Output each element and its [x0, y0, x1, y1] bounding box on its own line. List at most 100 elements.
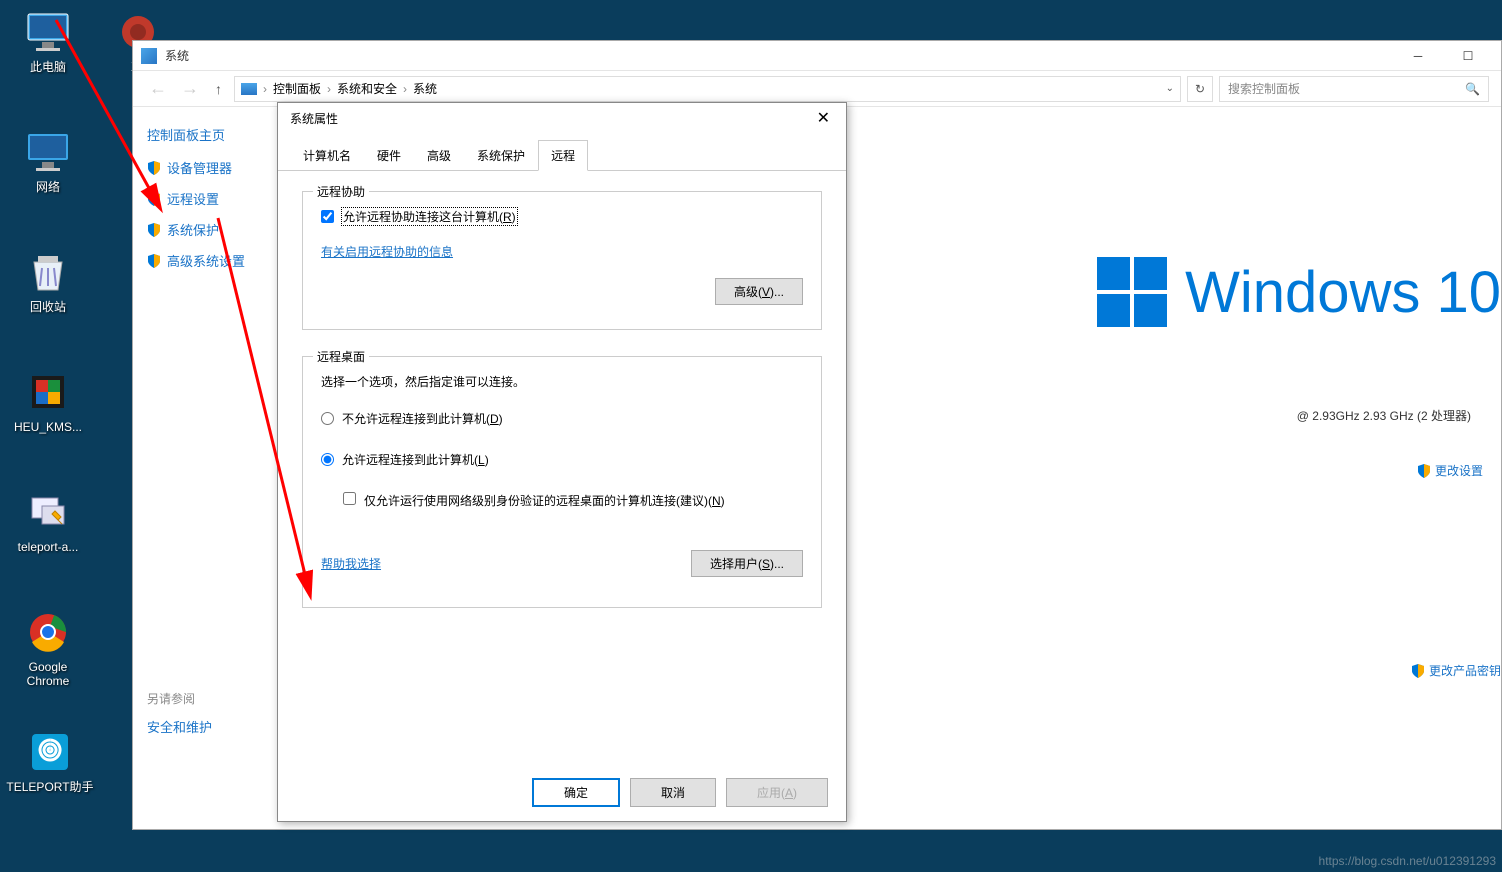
remote-assist-advanced-button[interactable]: 高级(V)...: [715, 278, 803, 305]
remote-desktop-desc: 选择一个选项，然后指定谁可以连接。: [321, 373, 803, 390]
remote-desktop-legend: 远程桌面: [313, 348, 369, 365]
desktop-icon-recycle[interactable]: 回收站: [10, 248, 86, 314]
dialog-tabs: 计算机名 硬件 高级 系统保护 远程: [278, 139, 846, 171]
shield-icon: [1417, 464, 1431, 478]
ok-button[interactable]: 确定: [532, 778, 620, 807]
cpu-info: @ 2.93GHz 2.93 GHz (2 处理器): [1297, 407, 1471, 424]
back-button[interactable]: ←: [145, 78, 171, 99]
windows-logo-icon: [1097, 257, 1167, 327]
nla-label[interactable]: 仅允许运行使用网络级别身份验证的远程桌面的计算机连接(建议)(N): [364, 492, 725, 510]
remote-assist-group: 远程协助 允许远程协助连接这台计算机(R) 有关启用远程协助的信息 高级(V).…: [302, 191, 822, 330]
desktop-icon-kms[interactable]: HEU_KMS...: [10, 368, 86, 434]
allow-remote-radio[interactable]: [321, 453, 334, 466]
allow-remote-assist-label[interactable]: 允许远程协助连接这台计算机(R): [342, 208, 517, 225]
network-icon: [24, 128, 72, 176]
teleport-assist-icon: [26, 728, 74, 776]
close-button[interactable]: ✕: [813, 108, 834, 128]
disallow-remote-radio[interactable]: [321, 412, 334, 425]
up-button[interactable]: ↑: [209, 81, 228, 97]
icon-label: Google Chrome: [10, 660, 86, 689]
disallow-remote-label[interactable]: 不允许远程连接到此计算机(D): [342, 410, 503, 427]
sidebar-label: 系统保护: [167, 220, 219, 239]
computer-icon: [24, 8, 72, 56]
dialog-button-row: 确定 取消 应用(A): [532, 778, 828, 807]
sidebar-item-device-manager[interactable]: 设备管理器: [147, 158, 279, 177]
shield-icon: [147, 223, 161, 237]
kms-icon: [24, 368, 72, 416]
icon-label: TELEPORT助手: [6, 780, 93, 794]
sidebar: 控制面板主页 设备管理器 远程设置 系统保护 高级系统设置 另请参阅 安全和维护: [133, 107, 293, 829]
security-maintenance-link[interactable]: 安全和维护: [147, 717, 279, 736]
icon-label: 回收站: [30, 300, 66, 314]
change-settings-link[interactable]: 更改设置: [1417, 462, 1483, 479]
system-properties-dialog: 系统属性 ✕ 计算机名 硬件 高级 系统保护 远程 远程协助 允许远程协助连接这…: [277, 102, 847, 822]
dialog-content: 远程协助 允许远程协助连接这台计算机(R) 有关启用远程协助的信息 高级(V).…: [278, 171, 846, 654]
shield-icon: [147, 161, 161, 175]
windows-logo-area: Windows 10: [1097, 257, 1501, 327]
desktop-icon-computer[interactable]: 此电脑: [10, 8, 86, 74]
remote-assist-legend: 远程协助: [313, 183, 369, 200]
apply-button[interactable]: 应用(A): [726, 778, 828, 807]
tab-computer-name[interactable]: 计算机名: [290, 140, 364, 171]
tab-hardware[interactable]: 硬件: [364, 140, 414, 171]
minimize-button[interactable]: ─: [1403, 46, 1433, 66]
remote-assist-info-link[interactable]: 有关启用远程协助的信息: [321, 243, 453, 260]
chrome-icon: [24, 608, 72, 656]
forward-button[interactable]: →: [177, 78, 203, 99]
search-placeholder: 搜索控制面板: [1228, 80, 1300, 97]
sidebar-item-system-protection[interactable]: 系统保护: [147, 220, 279, 239]
dialog-titlebar: 系统属性 ✕: [278, 103, 846, 133]
crumb-system-security[interactable]: 系统和安全: [337, 80, 397, 97]
windows-label: Windows 10: [1185, 259, 1501, 326]
teleport-icon: [24, 488, 72, 536]
select-users-button[interactable]: 选择用户(S)...: [691, 550, 803, 577]
remote-desktop-group: 远程桌面 选择一个选项，然后指定谁可以连接。 不允许远程连接到此计算机(D) 允…: [302, 356, 822, 608]
sidebar-item-remote-settings[interactable]: 远程设置: [147, 189, 279, 208]
allow-remote-assist-checkbox[interactable]: [321, 210, 334, 223]
tab-advanced[interactable]: 高级: [414, 140, 464, 171]
computer-icon: [241, 83, 257, 95]
desktop-icon-network[interactable]: 网络: [10, 128, 86, 194]
change-product-key-link[interactable]: 更改产品密钥: [1411, 662, 1501, 679]
refresh-button[interactable]: ↻: [1187, 76, 1213, 102]
desktop-icon-teleport-assist[interactable]: TELEPORT助手: [5, 728, 95, 794]
desktop-icon-teleport[interactable]: teleport-a...: [10, 488, 86, 554]
allow-remote-assist-row: 允许远程协助连接这台计算机(R): [321, 208, 803, 225]
icon-label: HEU_KMS...: [14, 420, 82, 434]
desktop-icon-chrome[interactable]: Google Chrome: [10, 608, 86, 689]
sidebar-item-advanced-settings[interactable]: 高级系统设置: [147, 251, 279, 270]
sidebar-label: 高级系统设置: [167, 251, 245, 270]
crumb-control-panel[interactable]: 控制面板: [273, 80, 321, 97]
icon-label: 网络: [36, 180, 60, 194]
search-icon: 🔍: [1465, 82, 1480, 96]
system-icon: [141, 48, 157, 64]
tab-remote[interactable]: 远程: [538, 140, 588, 171]
breadcrumb-dropdown[interactable]: ⌄: [1166, 83, 1174, 94]
nla-row: 仅允许运行使用网络级别身份验证的远程桌面的计算机连接(建议)(N): [343, 492, 803, 510]
disallow-remote-row: 不允许远程连接到此计算机(D): [321, 410, 803, 427]
maximize-button[interactable]: ☐: [1453, 46, 1483, 66]
see-also-label: 另请参阅: [147, 690, 279, 707]
shield-icon: [147, 192, 161, 206]
dialog-title: 系统属性: [290, 110, 338, 127]
allow-remote-row: 允许远程连接到此计算机(L): [321, 451, 803, 468]
titlebar: 系统 ─ ☐: [133, 41, 1501, 71]
search-input[interactable]: 搜索控制面板 🔍: [1219, 76, 1489, 102]
sidebar-title[interactable]: 控制面板主页: [147, 125, 279, 144]
nla-checkbox[interactable]: [343, 492, 356, 505]
tab-system-protection[interactable]: 系统保护: [464, 140, 538, 171]
icon-label: 此电脑: [30, 60, 66, 74]
sidebar-label: 远程设置: [167, 189, 219, 208]
recycle-icon: [24, 248, 72, 296]
shield-icon: [1411, 664, 1425, 678]
help-choose-link[interactable]: 帮助我选择: [321, 555, 381, 572]
cancel-button[interactable]: 取消: [630, 778, 716, 807]
window-title: 系统: [165, 47, 189, 64]
crumb-system[interactable]: 系统: [413, 80, 437, 97]
allow-remote-label[interactable]: 允许远程连接到此计算机(L): [342, 451, 489, 468]
breadcrumb[interactable]: › 控制面板 › 系统和安全 › 系统 ⌄: [234, 76, 1181, 102]
shield-icon: [147, 254, 161, 268]
icon-label: teleport-a...: [18, 540, 79, 554]
sidebar-label: 设备管理器: [167, 158, 232, 177]
watermark: https://blog.csdn.net/u012391293: [1319, 854, 1496, 868]
